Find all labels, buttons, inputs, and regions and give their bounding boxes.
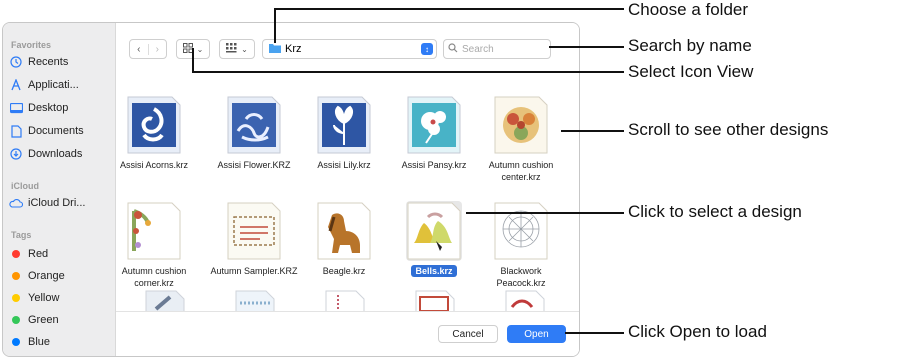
callout-select-icon-view: Select Icon View <box>628 62 754 81</box>
tag-green[interactable]: Green <box>9 311 59 329</box>
chevron-right-icon[interactable]: › <box>149 44 167 55</box>
file-item[interactable]: Autumn cushion corner.krz <box>108 201 200 289</box>
group-icon <box>226 42 237 56</box>
search-icon <box>448 42 458 56</box>
cloud-icon <box>9 196 23 210</box>
clock-icon <box>9 55 23 69</box>
autumn-cushion-center-thumbnail <box>493 95 549 155</box>
sidebar: Favorites Recents Applicati... Desktop D… <box>3 23 116 356</box>
sidebar-item-documents[interactable]: Documents <box>9 122 84 140</box>
folder-name: Krz <box>285 43 302 55</box>
file-name: Assisi Acorns.krz <box>119 160 188 170</box>
icloud-heading: iCloud <box>11 181 39 191</box>
callout-line-open <box>565 332 624 334</box>
sidebar-item-label: Recents <box>28 56 69 68</box>
tag-label: Red <box>28 248 49 260</box>
open-button[interactable]: Open <box>507 325 566 343</box>
assisi-lily-thumbnail <box>316 95 372 155</box>
tag-dot-icon <box>12 294 20 302</box>
tag-label: Yellow <box>28 292 60 304</box>
file-item[interactable]: Assisi Acorns.krz <box>108 95 200 171</box>
callout-line-folder <box>274 8 276 43</box>
callout-line-scroll <box>561 130 624 132</box>
tags-heading: Tags <box>11 230 32 240</box>
desktop-icon <box>9 101 23 115</box>
file-name: Assisi Lily.krz <box>317 160 371 170</box>
tag-dot-icon <box>12 316 20 324</box>
chevron-down-icon: ⌄ <box>241 44 248 54</box>
tag-label: Blue <box>28 336 51 348</box>
callout-line-folder-h <box>274 8 624 10</box>
file-item[interactable]: Assisi Flower.KRZ <box>208 95 300 171</box>
file-item[interactable]: Blackwork Peacock.krz <box>475 201 567 289</box>
file-item[interactable]: Beagle.krz <box>298 201 390 277</box>
tag-dot-icon <box>12 338 20 346</box>
file-name: Autumn cushion center.krz <box>488 160 554 182</box>
folder-icon <box>269 43 281 56</box>
document-icon <box>9 124 23 138</box>
group-button[interactable]: ⌄ <box>219 39 255 59</box>
callout-line-view-h <box>192 71 624 73</box>
sidebar-item-icloud-drive[interactable]: iCloud Dri... <box>9 194 85 212</box>
dialog-footer: Cancel Open <box>116 311 579 356</box>
callout-choose-folder: Choose a folder <box>628 0 749 19</box>
file-name: Beagle.krz <box>322 266 366 276</box>
assisi-acorns-thumbnail <box>126 95 182 155</box>
callout-click-open: Click Open to load <box>628 322 767 341</box>
callout-scroll: Scroll to see other designs <box>628 120 829 139</box>
tag-dot-icon <box>12 250 20 258</box>
favorites-heading: Favorites <box>11 40 52 50</box>
file-name: Assisi Pansy.krz <box>401 160 467 170</box>
sidebar-item-recents[interactable]: Recents <box>9 53 68 71</box>
callout-line-search <box>549 46 624 48</box>
file-name: Autumn Sampler.KRZ <box>210 266 298 276</box>
search-field[interactable]: Search <box>443 39 551 59</box>
file-name: Assisi Flower.KRZ <box>217 160 291 170</box>
callout-click-select: Click to select a design <box>628 202 802 221</box>
sidebar-item-downloads[interactable]: Downloads <box>9 145 82 163</box>
download-icon <box>9 147 23 161</box>
folder-popup[interactable]: Krz ↕ <box>262 39 437 59</box>
chevron-down-icon: ⌄ <box>196 44 204 54</box>
file-name: Blackwork Peacock.krz <box>496 266 546 288</box>
tag-yellow[interactable]: Yellow <box>9 289 59 307</box>
tag-orange[interactable]: Orange <box>9 267 65 285</box>
applications-icon <box>9 78 23 92</box>
sidebar-item-desktop[interactable]: Desktop <box>9 99 68 117</box>
assisi-pansy-thumbnail <box>406 95 462 155</box>
file-item[interactable]: Assisi Lily.krz <box>298 95 390 171</box>
beagle-thumbnail <box>316 201 372 261</box>
callout-line-view <box>192 48 194 72</box>
sidebar-item-label: Documents <box>28 125 84 137</box>
search-placeholder: Search <box>462 43 494 55</box>
cancel-button[interactable]: Cancel <box>438 325 498 343</box>
sidebar-item-applications[interactable]: Applicati... <box>9 76 79 94</box>
tag-blue[interactable]: Blue <box>9 333 50 351</box>
file-item[interactable]: Autumn Sampler.KRZ <box>208 201 300 277</box>
callout-search-by-name: Search by name <box>628 36 752 55</box>
sidebar-item-label: Applicati... <box>28 79 79 91</box>
sidebar-item-label: iCloud Dri... <box>28 197 86 209</box>
file-name-selected: Bells.krz <box>411 265 457 277</box>
file-item[interactable]: Autumn cushion center.krz <box>475 95 567 183</box>
autumn-cushion-corner-thumbnail <box>126 201 182 261</box>
popup-arrows-icon: ↕ <box>421 43 433 55</box>
file-name: Autumn cushion corner.krz <box>121 266 187 288</box>
chevron-left-icon[interactable]: ‹ <box>130 43 149 55</box>
assisi-flower-thumbnail <box>226 95 282 155</box>
partial-row-thumbnails <box>116 289 579 313</box>
autumn-sampler-thumbnail <box>226 201 282 261</box>
blackwork-peacock-thumbnail <box>493 201 549 261</box>
tag-dot-icon <box>12 272 20 280</box>
sidebar-item-label: Downloads <box>28 148 83 160</box>
back-forward-control: ‹ › <box>129 39 167 59</box>
file-item[interactable]: Assisi Pansy.krz <box>388 95 480 171</box>
callout-line-select <box>466 212 624 214</box>
sidebar-item-label: Desktop <box>28 102 69 114</box>
tag-label: Orange <box>28 270 65 282</box>
tag-red[interactable]: Red <box>9 245 48 263</box>
tag-label: Green <box>28 314 59 326</box>
bells-thumbnail <box>406 201 462 261</box>
